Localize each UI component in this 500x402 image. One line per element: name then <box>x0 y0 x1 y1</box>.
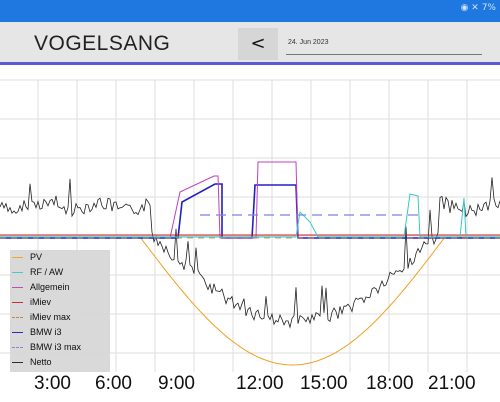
x-tick-label: 3:00 <box>34 373 71 394</box>
legend-label: Netto <box>30 357 52 367</box>
series-bmw-i3 <box>0 183 500 239</box>
legend-item: iMiev <box>10 297 110 308</box>
x-tick-label: 6:00 <box>95 373 132 394</box>
legend-swatch <box>12 317 23 318</box>
date-field[interactable]: 24. Jun 2023 <box>286 36 482 55</box>
status-icons: ◉ ✕ 7% <box>460 3 496 13</box>
x-tick-label: 9:00 <box>158 373 195 394</box>
page-title: VOGELSANG <box>34 32 171 55</box>
legend-item: Netto <box>10 357 110 368</box>
legend-label: PV <box>30 252 43 262</box>
legend-item: Allgemein <box>10 282 110 293</box>
back-button[interactable]: < <box>238 28 278 60</box>
legend-label: BMW i3 <box>30 327 62 337</box>
x-tick-label: 18:00 <box>366 373 414 394</box>
legend-swatch <box>12 332 23 333</box>
x-axis-labels: 3:00 6:00 9:00 12:00 15:00 18:00 21:00 <box>0 373 500 401</box>
x-tick-label: 12:00 <box>236 373 284 394</box>
status-bar: ◉ ✕ 7% <box>0 0 500 22</box>
x-tick-label: 21:00 <box>428 373 476 394</box>
legend-label: BMW i3 max <box>30 342 82 352</box>
legend-swatch <box>12 362 23 363</box>
app-header: VOGELSANG < 24. Jun 2023 <box>0 22 500 62</box>
header-divider <box>0 62 500 65</box>
series-allgemein <box>169 161 299 239</box>
chart-legend: PV RF / AW Allgemein iMiev iMiev max BMW i3 BM… <box>10 250 110 372</box>
legend-item: BMW i3 <box>10 327 110 338</box>
legend-swatch <box>12 257 23 258</box>
legend-swatch <box>12 287 23 288</box>
legend-label: Allgemein <box>30 282 70 292</box>
legend-item: iMiev max <box>10 312 110 323</box>
legend-swatch <box>12 302 23 303</box>
legend-label: RF / AW <box>30 267 64 277</box>
legend-item: PV <box>10 252 110 263</box>
legend-label: iMiev <box>30 297 52 307</box>
date-value: 24. Jun 2023 <box>288 39 329 46</box>
x-tick-label: 15:00 <box>300 373 348 394</box>
legend-swatch <box>12 272 23 273</box>
legend-item: RF / AW <box>10 267 110 278</box>
legend-label: iMiev max <box>30 312 71 322</box>
legend-item: BMW i3 max <box>10 342 110 353</box>
legend-swatch <box>12 347 23 348</box>
